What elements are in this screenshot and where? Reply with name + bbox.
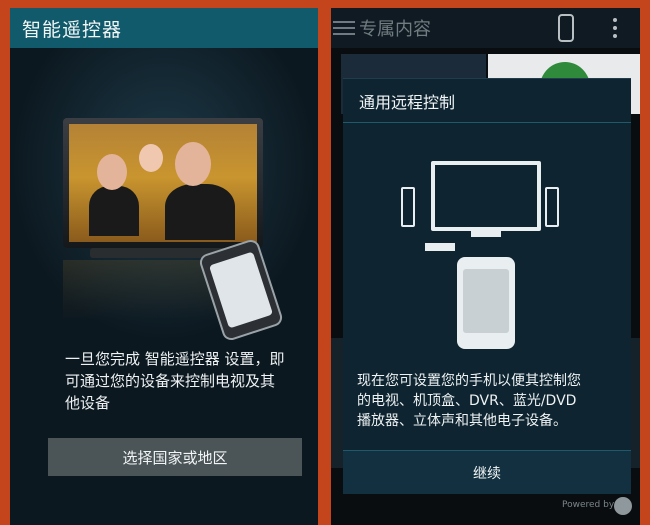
continue-button[interactable]: 继续 <box>343 450 631 494</box>
dialog-description: 现在您可设置您的手机以便其控制您 的电视、机顶盒、DVR、蓝光/DVD 播放器、… <box>357 373 581 429</box>
set-top-box-icon <box>425 243 455 251</box>
tv-icon <box>431 161 541 231</box>
remote-icon[interactable] <box>558 14 574 42</box>
devices-illustration <box>343 139 631 349</box>
app-title: 智能遥控器 <box>22 18 123 41</box>
screenshot-frame: 智能遥控器 一旦您完成 智能遥控器 设置，即 可通过您的设备来控制电视及其 他设… <box>0 0 650 525</box>
tv-image <box>63 118 263 248</box>
more-vert-icon[interactable] <box>613 18 617 38</box>
select-region-button[interactable]: 选择国家或地区 <box>48 438 302 476</box>
speaker-icon <box>545 187 559 227</box>
dialog-title: 通用远程控制 <box>343 79 631 123</box>
powered-by-label: Powered by <box>562 500 615 510</box>
setup-description: 一旦您完成 智能遥控器 设置，即 可通过您的设备来控制电视及其 他设备 <box>65 350 285 412</box>
header-title: 专属内容 <box>359 19 431 40</box>
menu-icon[interactable] <box>333 21 355 35</box>
universal-remote-dialog: 通用远程控制 现在您可设置您的手机以便其控制您 的电视、机顶盒、DVR、蓝光/D… <box>343 78 631 494</box>
speaker-icon <box>401 187 415 227</box>
phone-icon <box>457 257 515 349</box>
content-header: 专属内容 <box>331 8 640 48</box>
family-photo <box>69 124 257 242</box>
left-screen: 智能遥控器 一旦您完成 智能遥控器 设置，即 可通过您的设备来控制电视及其 他设… <box>10 8 318 525</box>
provider-logo-icon <box>614 497 632 515</box>
app-header: 智能遥控器 <box>10 8 318 48</box>
